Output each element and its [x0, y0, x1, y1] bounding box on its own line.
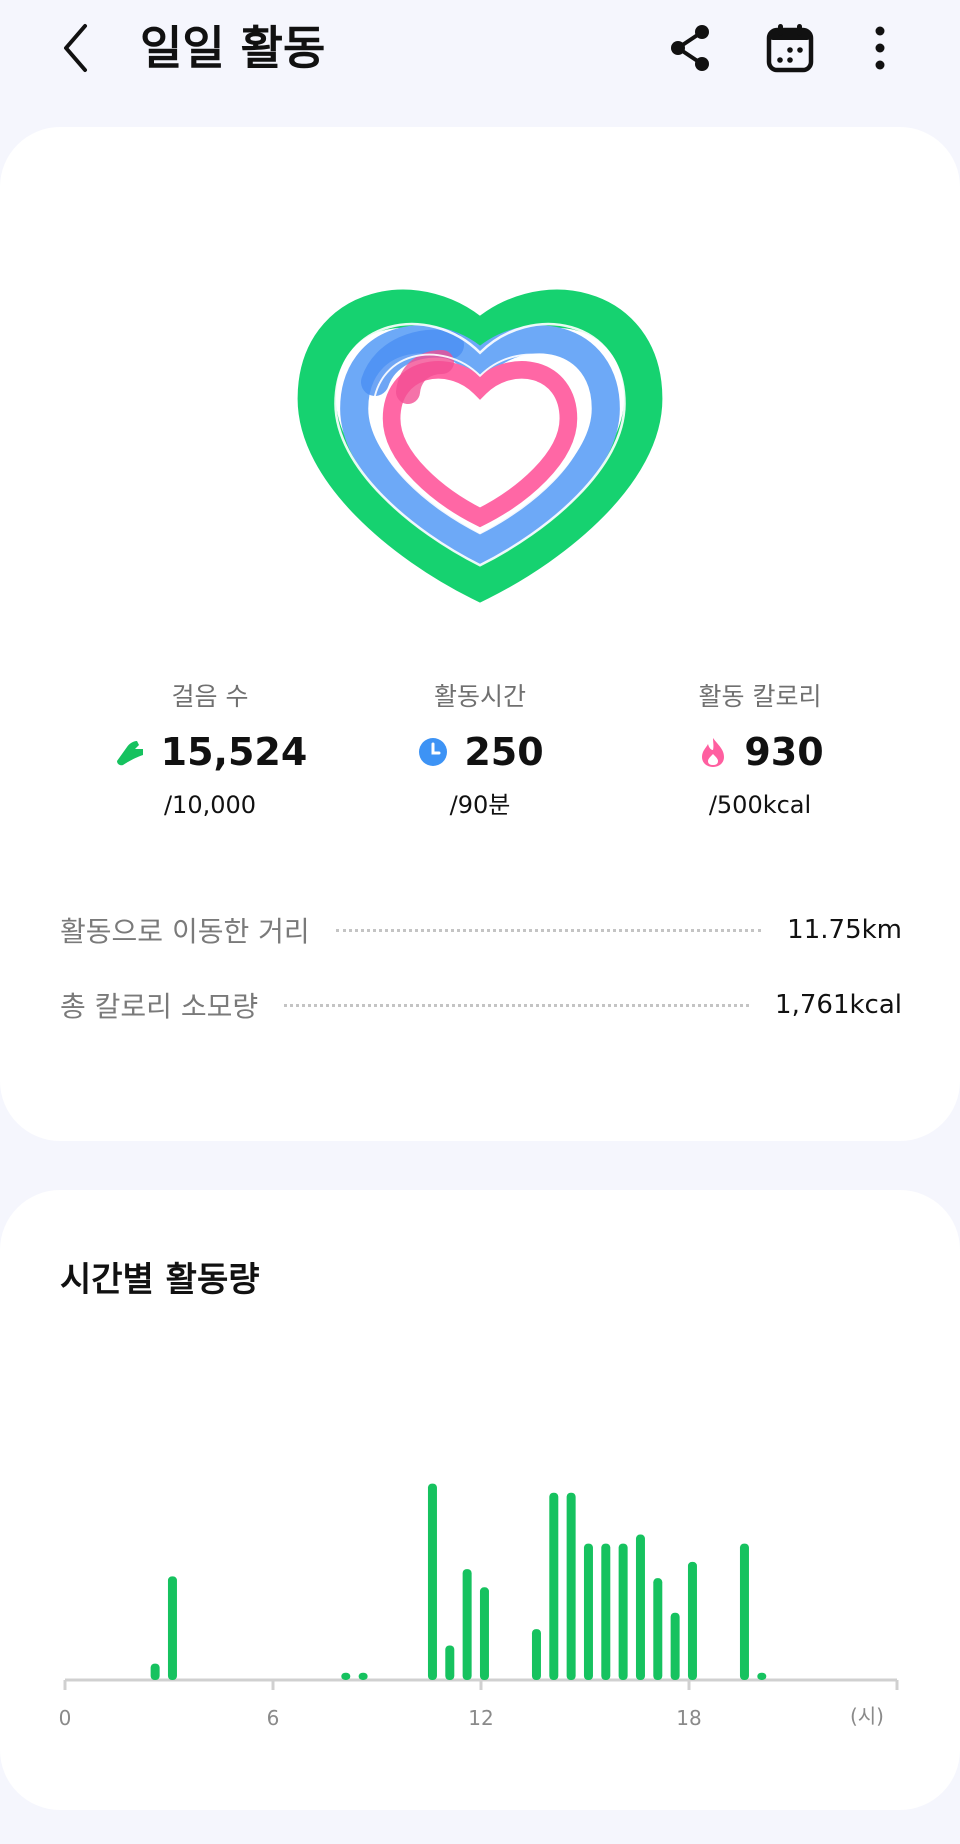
top-app-bar: 일일 활동 — [0, 0, 960, 100]
chart-bar — [167, 1576, 177, 1680]
page-title: 일일 활동 — [140, 21, 326, 75]
active-time-metric[interactable]: 활동시간 250 /90분 — [350, 677, 610, 823]
chart-bar — [618, 1543, 628, 1680]
total-calories-label: 총 칼로리 소모량 — [60, 990, 259, 1023]
calendar-icon[interactable] — [760, 18, 820, 78]
steps-metric[interactable]: 걸음 수 15,524 /10,000 — [80, 677, 340, 823]
back-arrow-icon[interactable] — [52, 18, 112, 78]
steps-value: 15,524 — [160, 730, 308, 774]
steps-goal: /10,000 — [163, 791, 257, 819]
total-calories-value: 1,761kcal — [775, 990, 902, 1020]
flame-icon — [702, 738, 725, 767]
active-time-value: 250 — [464, 730, 544, 774]
metrics-row: 걸음 수 15,524 /10,000 활동시간 250 /90분 활동 칼로리 — [0, 677, 960, 837]
chart-bar — [531, 1629, 541, 1680]
chart-bar — [479, 1587, 489, 1680]
calories-value: 930 — [744, 730, 824, 774]
chart-bar — [427, 1483, 437, 1680]
hourly-activity-chart: 0 6 12 18 (시) — [59, 1483, 899, 1730]
x-unit-label: (시) — [850, 1704, 884, 1728]
x-tick-label: 12 — [468, 1706, 493, 1730]
dotted-leader — [335, 928, 762, 932]
chart-bar — [601, 1543, 611, 1680]
activity-heart-rings — [290, 267, 670, 607]
chart-bar — [635, 1534, 645, 1680]
chart-bar — [583, 1543, 593, 1680]
x-tick-label: 0 — [59, 1706, 72, 1730]
chart-bar — [653, 1578, 663, 1680]
distance-label: 활동으로 이동한 거리 — [60, 915, 310, 948]
chart-bar — [757, 1672, 767, 1680]
chart-bar — [462, 1569, 472, 1680]
chart-bar — [358, 1672, 368, 1680]
shoe-icon — [116, 741, 143, 766]
active-time-goal: /90분 — [449, 791, 511, 819]
total-calories-stat-row: 총 칼로리 소모량 1,761kcal — [60, 980, 902, 1030]
more-vertical-icon[interactable] — [850, 18, 910, 78]
chart-bar — [566, 1492, 576, 1680]
chart-bar — [150, 1663, 160, 1680]
chart-bar — [341, 1672, 351, 1680]
chart-bar — [739, 1543, 749, 1680]
calories-metric[interactable]: 활동 칼로리 930 /500kcal — [630, 677, 890, 823]
hourly-activity-card: 시간별 활동량 0 6 12 18 (시) — [0, 1190, 960, 1810]
x-tick-label: 18 — [676, 1706, 701, 1730]
activity-summary-card: 걸음 수 15,524 /10,000 활동시간 250 /90분 활동 칼로리 — [0, 127, 960, 1141]
chart-bar — [549, 1492, 559, 1680]
distance-value: 11.75km — [787, 915, 902, 945]
distance-stat-row: 활동으로 이동한 거리 11.75km — [60, 905, 902, 955]
steps-label: 걸음 수 — [171, 682, 249, 711]
calories-goal: /500kcal — [708, 791, 812, 819]
active-time-label: 활동시간 — [433, 682, 526, 711]
chart-bar — [445, 1645, 455, 1680]
x-tick-label: 6 — [267, 1706, 280, 1730]
dotted-leader — [284, 1003, 750, 1007]
chart-bar — [687, 1561, 697, 1680]
clock-icon — [419, 738, 448, 766]
chart-bar — [670, 1612, 680, 1680]
share-icon[interactable] — [660, 18, 720, 78]
calories-label: 활동 칼로리 — [698, 682, 822, 711]
